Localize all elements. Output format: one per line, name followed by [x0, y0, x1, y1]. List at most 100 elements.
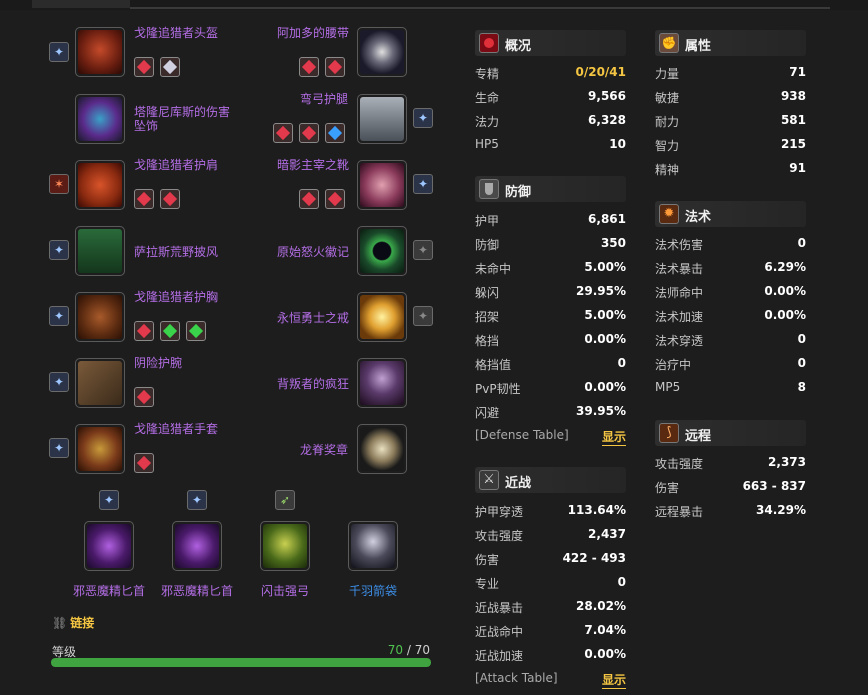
stat-row: MP5 8 [655, 376, 806, 400]
item-slot-ammo[interactable] [348, 521, 398, 571]
stat-label: 未命中 [475, 262, 512, 276]
item-name-off-hand[interactable]: 邪恶魔精匕首 [157, 582, 237, 599]
enchant-icon-chest[interactable]: ✦ [49, 306, 69, 326]
item-slot-feet[interactable] [357, 160, 407, 210]
item-name-hands[interactable]: 戈隆追猎者手套 [134, 422, 218, 436]
enchant-icon-legs[interactable]: ✦ [413, 108, 433, 128]
gem-socket-icon[interactable] [134, 321, 154, 341]
item-name-legs[interactable]: 弯弓护腿 [300, 92, 348, 106]
enchant-icon-feet[interactable]: ✦ [413, 174, 433, 194]
enchant-icon-hands[interactable]: ✦ [49, 438, 69, 458]
item-name-chest[interactable]: 戈隆追猎者护胸 [134, 290, 218, 304]
panel-header-ranged: ⟆ 远程 [655, 420, 806, 446]
stat-value: 28.02% [576, 599, 626, 613]
item-slot-finger-1[interactable] [357, 226, 407, 276]
stat-label: 格挡 [475, 334, 500, 348]
item-name-finger-2[interactable]: 永恒勇士之戒 [277, 311, 349, 325]
gem-socket-icon[interactable] [299, 57, 319, 77]
gem-socket-icon[interactable] [325, 123, 345, 143]
enchant-icon-ranged[interactable]: ➶ [275, 490, 295, 510]
enchant-icon-off-hand[interactable]: ✦ [187, 490, 207, 510]
tab-underline [130, 7, 830, 9]
item-slot-neck[interactable] [75, 94, 125, 144]
stat-label: 力量 [655, 67, 680, 81]
stat-row: 智力 215 [655, 133, 806, 157]
gem-socket-icon[interactable] [186, 321, 206, 341]
gem-socket-icon[interactable] [134, 453, 154, 473]
item-slot-chest[interactable] [75, 292, 125, 342]
gem-socket-icon[interactable] [160, 321, 180, 341]
item-name-trinket-2[interactable]: 龙脊奖章 [300, 443, 348, 457]
panel-title: 法术 [685, 210, 712, 225]
stat-row: 躲闪 29.95% [475, 280, 626, 304]
item-slot-main-hand[interactable] [84, 521, 134, 571]
item-slot-back[interactable] [75, 226, 125, 276]
gem-socket-icon[interactable] [160, 57, 180, 77]
enchant-icon-finger-2[interactable]: ✦ [413, 306, 433, 326]
table-toggle-row: [Defense Table] 显示 [475, 424, 626, 448]
stat-value: 2,373 [768, 455, 806, 469]
stat-label: 法术伤害 [655, 238, 704, 252]
item-slot-finger-2[interactable] [357, 292, 407, 342]
gem-socket-icon[interactable] [160, 189, 180, 209]
chain-link-icon: ⛓ [52, 616, 68, 630]
item-slot-legs[interactable] [357, 94, 407, 144]
show-table-link[interactable]: 显示 [601, 671, 626, 689]
item-name-main-hand[interactable]: 邪恶魔精匕首 [69, 582, 149, 599]
gem-socket-icon[interactable] [325, 189, 345, 209]
stat-value: 0.00% [764, 284, 806, 298]
item-name-back[interactable]: 萨拉斯荒野披风 [134, 245, 218, 259]
panel-header-spell: ✹ 法术 [655, 201, 806, 227]
active-tab[interactable] [32, 0, 130, 8]
item-name-feet[interactable]: 暗影主宰之靴 [277, 158, 349, 172]
item-name-waist[interactable]: 阿加多的腰带 [277, 26, 349, 40]
gem-socket-icon[interactable] [299, 189, 319, 209]
stat-label: 法力 [475, 115, 500, 129]
item-slot-trinket-1[interactable] [357, 358, 407, 408]
item-slot-trinket-2[interactable] [357, 424, 407, 474]
stat-label: 近战命中 [475, 625, 524, 639]
item-name-ammo[interactable]: 千羽箭袋 [333, 582, 413, 599]
stat-row: 专业 0 [475, 571, 626, 595]
item-slot-off-hand[interactable] [172, 521, 222, 571]
link-button[interactable]: ⛓ 链接 [52, 614, 94, 631]
item-slot-shoulder[interactable] [75, 160, 125, 210]
enchant-icon-back[interactable]: ✦ [49, 240, 69, 260]
gem-socket-icon[interactable] [299, 123, 319, 143]
stat-row: 格挡 0.00% [475, 328, 626, 352]
item-slot-head[interactable] [75, 27, 125, 77]
item-name-trinket-1[interactable]: 背叛者的疯狂 [277, 377, 349, 391]
item-name-finger-1[interactable]: 原始怒火徽记 [277, 245, 349, 259]
stat-row: 招架 5.00% [475, 304, 626, 328]
item-slot-ranged[interactable] [260, 521, 310, 571]
item-name-neck[interactable]: 塔隆尼库斯的伤害坠饰 [134, 105, 234, 133]
enchant-icon-main-hand[interactable]: ✦ [99, 490, 119, 510]
gem-socket-icon[interactable] [273, 123, 293, 143]
stat-row: 未命中 5.00% [475, 256, 626, 280]
item-slot-wrist[interactable] [75, 358, 125, 408]
item-slot-hands[interactable] [75, 424, 125, 474]
gem-socket-icon[interactable] [134, 57, 154, 77]
gem-socket-icon[interactable] [134, 387, 154, 407]
item-name-wrist[interactable]: 阴险护腕 [134, 356, 182, 370]
stat-value: 10 [609, 137, 626, 151]
enchant-icon-head[interactable]: ✦ [49, 42, 69, 62]
show-table-link[interactable]: 显示 [601, 428, 626, 446]
stat-row: 伤害 663 - 837 [655, 475, 806, 499]
item-slot-waist[interactable] [357, 27, 407, 77]
gem-socket-icon[interactable] [134, 189, 154, 209]
gem-socket-icon[interactable] [325, 57, 345, 77]
stat-value: 2,437 [588, 527, 626, 541]
enchant-icon-finger-1[interactable]: ✦ [413, 240, 433, 260]
enchant-icon-shoulder[interactable]: ✶ [49, 174, 69, 194]
stat-value: 6.29% [764, 260, 806, 274]
panel-title: 概况 [505, 39, 532, 54]
item-name-shoulder[interactable]: 戈隆追猎者护肩 [134, 158, 218, 172]
stat-row: 防御 350 [475, 232, 626, 256]
stat-label: 法师命中 [655, 286, 704, 300]
stat-row: PvP韧性 0.00% [475, 376, 626, 400]
stat-value: 9,566 [588, 89, 626, 103]
item-name-ranged[interactable]: 闪击强弓 [245, 582, 325, 599]
item-name-head[interactable]: 戈隆追猎者头盔 [134, 26, 218, 40]
enchant-icon-wrist[interactable]: ✦ [49, 372, 69, 392]
